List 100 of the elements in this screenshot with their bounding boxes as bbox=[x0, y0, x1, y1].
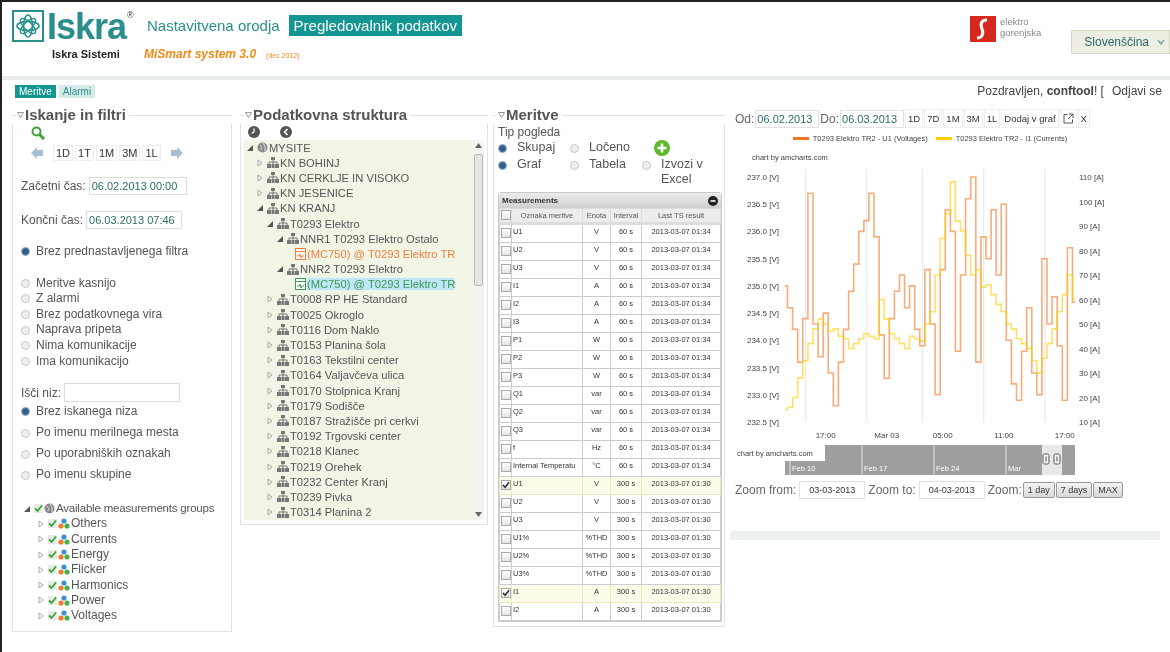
slider-handle[interactable] bbox=[1053, 453, 1061, 465]
zoom-button[interactable]: 1 day bbox=[1022, 482, 1055, 498]
top-tab[interactable]: Pregledovalnik podatkov bbox=[288, 15, 463, 36]
radio-button[interactable] bbox=[21, 310, 30, 320]
checkbox[interactable] bbox=[500, 569, 511, 580]
checkbox[interactable] bbox=[500, 335, 511, 346]
tree-item[interactable]: T0025 Okroglo bbox=[290, 308, 364, 321]
checkbox[interactable] bbox=[500, 389, 511, 400]
radio-button[interactable] bbox=[642, 161, 651, 170]
scrollbar[interactable] bbox=[473, 140, 484, 520]
tree-item[interactable]: KN KRANJ bbox=[280, 202, 336, 215]
range-button[interactable]: 7D bbox=[924, 109, 943, 128]
triangle-icon[interactable] bbox=[266, 219, 274, 228]
range-button[interactable]: 1M bbox=[943, 109, 963, 128]
radio-option[interactable]: Ima komunikacijo bbox=[21, 353, 223, 370]
period-button[interactable]: 1L bbox=[142, 145, 161, 161]
checkbox[interactable] bbox=[500, 480, 511, 490]
up-arrow-icon[interactable] bbox=[475, 143, 482, 148]
checkbox[interactable] bbox=[34, 504, 43, 514]
range-button[interactable]: 1D bbox=[905, 109, 924, 128]
tree-item[interactable]: KN BOHINJ bbox=[280, 156, 340, 169]
period-button[interactable]: 1T bbox=[75, 145, 94, 161]
range-button[interactable]: 3M bbox=[963, 109, 983, 128]
checkbox[interactable] bbox=[500, 281, 511, 292]
tree-item[interactable]: KN JESENICE bbox=[280, 187, 354, 200]
checkbox[interactable] bbox=[500, 425, 511, 436]
checkbox[interactable] bbox=[500, 299, 511, 310]
tree-item[interactable]: Energy bbox=[71, 546, 110, 563]
tree-item[interactable]: Harmonics bbox=[71, 577, 129, 593]
search-icon[interactable] bbox=[31, 126, 45, 140]
radio-option[interactable]: Brez prednastavljenega filtra bbox=[21, 244, 223, 260]
triangle-icon[interactable] bbox=[276, 234, 284, 243]
down-arrow-icon[interactable] bbox=[475, 512, 482, 517]
checkbox[interactable] bbox=[500, 605, 511, 616]
checkbox[interactable] bbox=[48, 550, 57, 560]
checkbox[interactable] bbox=[500, 407, 511, 418]
date-field[interactable]: 04-03-2013 bbox=[918, 481, 985, 499]
radio-option[interactable]: Nima komunikacije bbox=[21, 337, 223, 354]
tree-item[interactable]: Power bbox=[71, 592, 105, 609]
tree-item[interactable]: T0179 Sodišče bbox=[290, 399, 365, 412]
radio-option[interactable]: Po imenu skupine bbox=[21, 467, 223, 484]
tree-item[interactable]: NNR1 T0293 Elektro Ostalo bbox=[300, 232, 439, 245]
period-button[interactable]: 1M bbox=[95, 145, 118, 161]
checkbox[interactable] bbox=[500, 371, 511, 382]
radio-option[interactable]: Skupaj bbox=[498, 140, 570, 155]
radio-button[interactable] bbox=[21, 278, 30, 288]
radio-button[interactable] bbox=[21, 428, 30, 438]
tree-item[interactable]: Currents bbox=[71, 531, 117, 547]
tree-item[interactable]: T0164 Valjavčeva ulica bbox=[290, 369, 405, 382]
checkbox[interactable] bbox=[500, 443, 511, 454]
date-field[interactable]: 06.03.2013 07:46 bbox=[86, 211, 183, 229]
checkbox[interactable] bbox=[500, 515, 511, 526]
radio-button[interactable] bbox=[21, 470, 30, 480]
tree-item[interactable]: T0163 Tekstilni center bbox=[290, 354, 399, 367]
triangle-icon[interactable] bbox=[246, 143, 254, 152]
close-button[interactable]: X bbox=[1077, 109, 1090, 128]
radio-button[interactable] bbox=[498, 144, 507, 153]
radio-button[interactable] bbox=[570, 144, 579, 153]
tree-item[interactable]: T0008 RP HE Standard bbox=[290, 293, 408, 306]
checkbox[interactable] bbox=[500, 317, 511, 328]
nav-tab[interactable]: Meritve bbox=[15, 84, 56, 98]
collapse-icon[interactable] bbox=[708, 195, 718, 206]
zoom-button[interactable]: 7 days bbox=[1055, 482, 1093, 498]
tree-item[interactable]: T0187 Stražišče pri cerkvi bbox=[290, 414, 419, 427]
tree-item[interactable]: T0293 Elektro bbox=[290, 217, 360, 230]
checkbox[interactable] bbox=[500, 588, 511, 598]
checkbox[interactable] bbox=[500, 227, 511, 238]
radio-button[interactable] bbox=[570, 161, 579, 170]
tree-item[interactable]: Others bbox=[71, 516, 107, 532]
checkbox[interactable] bbox=[48, 595, 57, 605]
tree-item[interactable]: T0239 Pivka bbox=[290, 490, 353, 503]
tree-item[interactable]: Available measurements groups bbox=[56, 501, 215, 517]
date-field[interactable]: 06.02.2013 bbox=[755, 109, 820, 128]
checkbox[interactable] bbox=[48, 611, 57, 621]
radio-option[interactable]: Brez iskanega niza bbox=[21, 404, 223, 420]
tree-item[interactable]: KN CERKLJE IN VISOKO bbox=[280, 171, 410, 184]
back-icon[interactable] bbox=[280, 126, 292, 138]
checkbox[interactable] bbox=[48, 519, 57, 529]
tree-item[interactable]: T0116 Dom Naklo bbox=[290, 323, 380, 336]
top-tab[interactable]: Nastavitvena orodja bbox=[142, 15, 285, 36]
checkbox[interactable] bbox=[500, 461, 511, 472]
tree-item[interactable]: Flicker bbox=[71, 562, 107, 578]
tree-item[interactable]: T0153 Planina šola bbox=[290, 339, 386, 352]
checkbox[interactable] bbox=[48, 565, 57, 575]
left-arrow-icon[interactable] bbox=[31, 147, 43, 159]
radio-button[interactable] bbox=[21, 325, 30, 335]
radio-option[interactable]: Izvozi v Excel bbox=[642, 157, 718, 187]
radio-button[interactable] bbox=[21, 449, 30, 459]
radio-option[interactable]: Tabela bbox=[570, 157, 642, 172]
range-button[interactable]: 1L bbox=[983, 109, 1001, 128]
checkbox[interactable] bbox=[500, 497, 511, 508]
checkbox[interactable] bbox=[500, 209, 511, 220]
tree-item[interactable]: T0192 Trgovski center bbox=[290, 430, 401, 443]
date-field[interactable]: 06.03.2013 bbox=[840, 109, 905, 128]
radio-option[interactable]: Brez podatkovnega vira bbox=[21, 306, 223, 323]
clock-icon[interactable] bbox=[248, 126, 260, 138]
checkbox[interactable] bbox=[500, 533, 511, 544]
language-dropdown[interactable]: Slovenščina bbox=[1071, 30, 1170, 54]
tree-item[interactable]: T0219 Orehek bbox=[290, 460, 362, 473]
period-button[interactable]: 3M bbox=[119, 145, 141, 161]
